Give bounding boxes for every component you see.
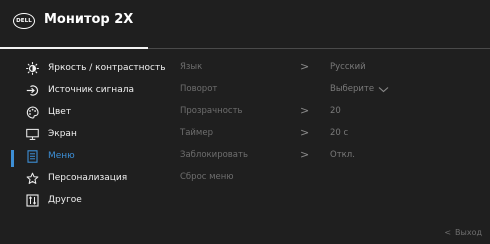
submenu-label: Язык <box>180 62 203 72</box>
submenu-label: Заблокировать <box>180 150 248 160</box>
menu-item-brightness-contrast[interactable]: Яркость / контрастность <box>0 58 170 78</box>
submenu-value: Откл. <box>330 150 355 160</box>
menu-item-label: Другое <box>48 195 82 205</box>
osd-header: DELL Монитор 2X <box>0 0 490 46</box>
osd-title: Монитор 2X <box>44 12 134 27</box>
chevron-down-icon <box>378 86 389 93</box>
header-divider <box>148 48 490 49</box>
submenu-row-reset-menu[interactable]: Сброс меню <box>180 168 480 188</box>
palette-icon <box>26 105 39 119</box>
submenu-row-transparency[interactable]: Прозрачность > 20 <box>180 102 480 122</box>
submenu-value: Русский <box>330 62 366 72</box>
menu-item-input-source[interactable]: Источник сигнала <box>0 80 170 100</box>
input-source-icon <box>26 84 39 97</box>
menu-item-display[interactable]: Экран <box>0 124 170 144</box>
menu-item-label: Экран <box>48 129 77 139</box>
submenu-row-rotation[interactable]: Поворот Выберите <box>180 80 480 100</box>
sun-icon <box>26 61 39 75</box>
menu-item-label: Яркость / контрастность <box>48 63 166 73</box>
menu-item-other[interactable]: Другое <box>0 190 170 210</box>
chevron-right-icon: > <box>300 148 310 161</box>
monitor-osd: DELL Монитор 2X Яркость / контрастность <box>0 0 490 244</box>
submenu-value: Выберите <box>330 84 375 94</box>
menu-item-label: Меню <box>48 151 75 161</box>
other-settings-icon <box>26 193 39 207</box>
exit-label: Выход <box>455 228 482 237</box>
submenu-row-language[interactable]: Язык > Русский <box>180 58 480 78</box>
menu-item-menu[interactable]: Меню <box>0 146 170 166</box>
submenu-row-lock[interactable]: Заблокировать > Откл. <box>180 146 480 166</box>
star-icon <box>26 172 39 185</box>
chevron-right-icon: > <box>300 60 310 73</box>
submenu-value: 20 с <box>330 128 349 138</box>
menu-item-label: Источник сигнала <box>48 85 134 95</box>
exit-button[interactable]: < Выход <box>444 228 482 237</box>
submenu-row-timer[interactable]: Таймер > 20 с <box>180 124 480 144</box>
menu-item-personalize[interactable]: Персонализация <box>0 168 170 188</box>
submenu-label: Сброс меню <box>180 172 234 182</box>
header-divider-active <box>0 47 148 49</box>
chevron-right-icon: > <box>300 126 310 139</box>
display-icon <box>26 128 39 141</box>
submenu-label: Поворот <box>180 84 218 94</box>
chevron-left-icon: < <box>444 228 452 237</box>
submenu-value-select: Выберите <box>330 84 389 94</box>
submenu-label: Таймер <box>180 128 213 138</box>
submenu-value: 20 <box>330 106 341 116</box>
chevron-right-icon: > <box>300 104 310 117</box>
menu-item-label: Цвет <box>48 107 72 117</box>
menu-doc-icon <box>26 149 39 163</box>
menu-item-color[interactable]: Цвет <box>0 102 170 122</box>
menu-item-label: Персонализация <box>48 173 128 183</box>
submenu-label: Прозрачность <box>180 106 243 116</box>
dell-logo: DELL <box>13 13 35 29</box>
